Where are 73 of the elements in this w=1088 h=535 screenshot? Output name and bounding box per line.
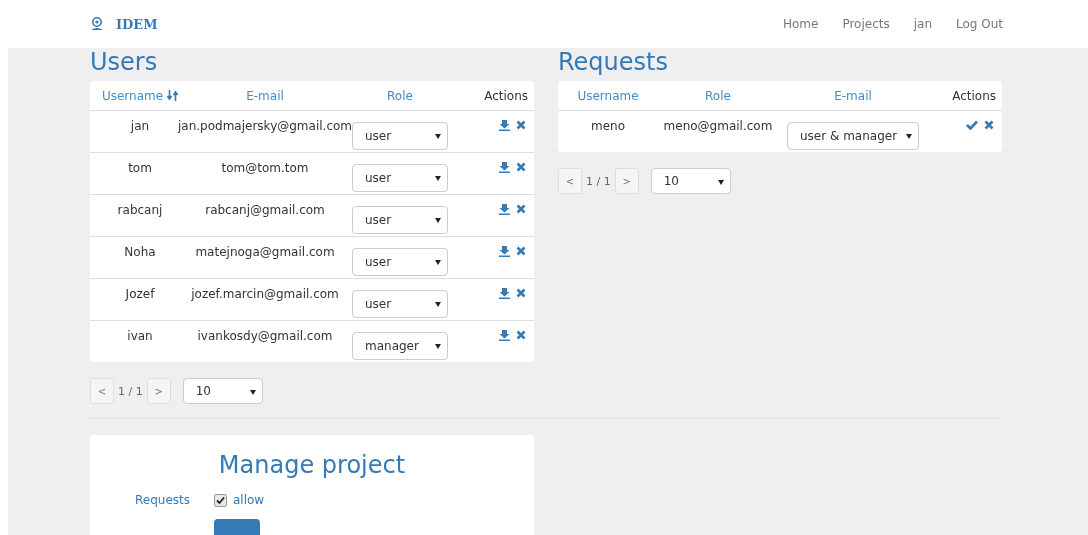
download-icon[interactable] (499, 330, 510, 341)
close-icon[interactable] (516, 120, 526, 130)
page-indicator: 1 / 1 (586, 174, 611, 188)
check-icon[interactable] (966, 120, 978, 130)
download-icon[interactable] (499, 120, 510, 131)
caret-icon (435, 134, 441, 139)
column-header[interactable]: Username (101, 88, 164, 103)
nav-link[interactable]: jan (913, 17, 932, 31)
download-icon[interactable] (499, 204, 510, 215)
table-cell: jan (130, 119, 150, 133)
table-cell: tom@tom.tom (221, 161, 309, 175)
next-page-button[interactable]: > (614, 168, 639, 194)
next-page-button[interactable]: > (146, 378, 171, 404)
card-title: Manage project (217, 451, 407, 479)
section-title: Requests (558, 48, 669, 78)
table-cell: jozef.marcin@gmail.com (191, 287, 339, 301)
download-icon[interactable] (499, 162, 510, 173)
role-select[interactable]: user (352, 122, 448, 150)
caret-icon (435, 302, 441, 307)
caret-icon (717, 180, 724, 185)
nav-link[interactable]: Projects (842, 17, 890, 31)
page-size-select[interactable]: 10 (650, 168, 731, 194)
column-header[interactable]: E-mail (246, 88, 284, 103)
role-select[interactable]: user (352, 164, 448, 192)
table-cell: rabcanj (117, 203, 163, 217)
sort-icon[interactable] (167, 90, 179, 101)
column-header[interactable]: E-mail (834, 88, 872, 103)
page-size-select[interactable]: 10 (182, 378, 263, 404)
page-indicator: 1 / 1 (118, 384, 143, 398)
previous-page-button[interactable]: < (558, 168, 582, 194)
close-icon[interactable] (516, 330, 526, 340)
table-cell: matejnoga@gmail.com (195, 245, 335, 259)
caret-icon (249, 390, 256, 395)
section-title: Users (90, 48, 159, 78)
field-label: Requests (134, 493, 190, 507)
close-icon[interactable] (516, 288, 526, 298)
table-cell: Noha (124, 245, 156, 259)
table-cell: tom (128, 161, 152, 175)
role-select[interactable]: user (352, 248, 448, 276)
brand-link[interactable]: IDEM (116, 16, 158, 32)
table-cell: jan.podmajersky@gmail.com (178, 119, 352, 133)
role-select[interactable]: user (352, 206, 448, 234)
caret-icon (906, 134, 912, 139)
close-icon[interactable] (516, 246, 526, 256)
role-select[interactable]: user & manager (787, 122, 919, 150)
role-select[interactable]: user (352, 290, 448, 318)
caret-icon (435, 218, 441, 223)
caret-icon (435, 176, 441, 181)
close-icon[interactable] (984, 120, 994, 130)
caret-icon (435, 260, 441, 265)
logo-icon (90, 17, 104, 31)
checkbox-label: allow (233, 493, 265, 507)
close-icon[interactable] (516, 204, 526, 214)
column-header[interactable]: Role (705, 88, 731, 103)
column-header: Actions (952, 88, 996, 103)
nav-link[interactable]: Log Out (956, 17, 1003, 31)
table-cell: Jozef (125, 287, 155, 301)
table-cell: ivankosdy@gmail.com (197, 329, 333, 343)
nav-link[interactable]: Home (782, 17, 819, 31)
column-header[interactable]: Role (387, 88, 413, 103)
table-cell: meno (591, 119, 625, 133)
download-icon[interactable] (499, 246, 510, 257)
previous-page-button[interactable]: < (90, 378, 114, 404)
close-icon[interactable] (516, 162, 526, 172)
checkbox[interactable] (214, 493, 227, 507)
table-cell: rabcanj@gmail.com (205, 203, 325, 217)
caret-icon (435, 344, 441, 349)
column-header: Actions (484, 88, 528, 103)
column-header[interactable]: Username (577, 88, 639, 103)
table-cell: ivan (127, 329, 153, 343)
download-icon[interactable] (499, 288, 510, 299)
role-select[interactable]: manager (352, 332, 448, 360)
table-cell: meno@gmail.com (663, 119, 773, 133)
